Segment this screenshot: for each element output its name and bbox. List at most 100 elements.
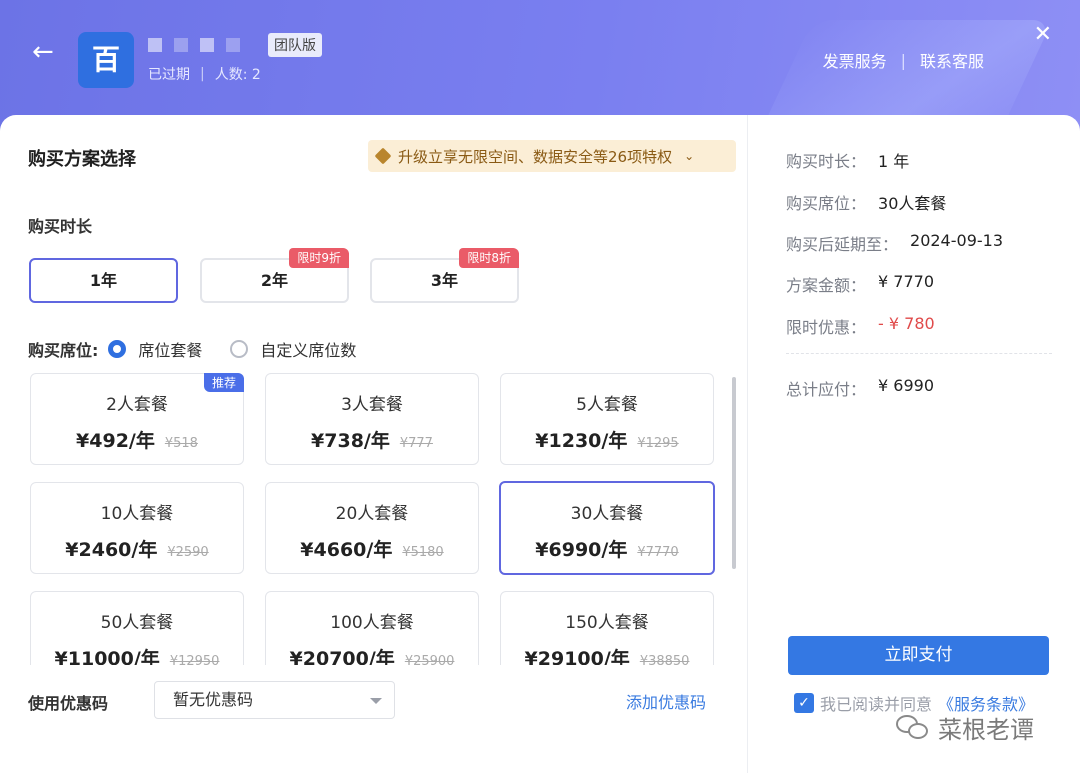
duration-label-text: 2年 xyxy=(260,271,289,290)
team-edition-badge: 团队版 xyxy=(268,33,322,57)
original-price: ¥7770 xyxy=(637,545,679,560)
original-price: ¥518 xyxy=(164,436,198,451)
package-card-50[interactable]: 50人套餐 ¥11000/年 ¥12950 xyxy=(30,591,244,665)
header-decoration xyxy=(747,20,1053,130)
summary-key: 方案金额： xyxy=(786,276,867,295)
summary-amount: 方案金额： ¥ 7770 xyxy=(786,272,934,296)
summary-key: 购买席位： xyxy=(786,194,867,213)
discount-tag: 限时8折 xyxy=(459,248,519,268)
radio-seat-package[interactable] xyxy=(108,340,127,358)
discount-tag: 限时9折 xyxy=(289,248,349,268)
package-price: ¥29100/年 ¥38850 xyxy=(501,644,713,665)
package-price: ¥20700/年 ¥25900 xyxy=(266,644,478,665)
duration-label-text: 3年 xyxy=(430,271,459,290)
seat-label: 购买席位: xyxy=(28,341,99,360)
original-price: ¥25900 xyxy=(404,654,455,665)
close-icon[interactable]: ✕ xyxy=(1034,24,1052,46)
agree-checkbox[interactable]: ✓ xyxy=(794,693,814,713)
package-card-20[interactable]: 20人套餐 ¥4660/年 ¥5180 xyxy=(265,482,479,574)
header-bar: ← 百 团队版 已过期 | 人数: 2 发票服务 | 联系客服 ✕ xyxy=(0,0,1080,130)
summary-key: 总计应付： xyxy=(786,380,867,399)
expired-status: 已过期 xyxy=(148,67,190,83)
redacted-block xyxy=(148,38,162,52)
package-scrollbar[interactable] xyxy=(732,377,736,569)
add-coupon-link[interactable]: 添加优惠码 xyxy=(626,689,706,713)
package-name: 20人套餐 xyxy=(335,504,409,524)
original-price: ¥38850 xyxy=(639,654,690,665)
original-price: ¥12950 xyxy=(169,654,220,665)
redacted-block xyxy=(200,38,214,52)
summary-extend-date: 购买后延期至： 2024-09-13 xyxy=(786,231,1003,255)
package-grid: 推荐 2人套餐 ¥492/年 ¥518 3人套餐 ¥738/年 ¥777 5人套餐 … xyxy=(30,373,730,665)
team-meta: 已过期 | 人数: 2 xyxy=(148,64,261,84)
seat-package-label[interactable]: 席位套餐 xyxy=(138,337,202,361)
team-name-redacted xyxy=(148,36,240,54)
package-name: 50人套餐 xyxy=(100,613,174,633)
purchase-panel: 购买方案选择 升级立享无限空间、数据安全等26项特权 ⌄ 购买时长 1年 限时9… xyxy=(0,115,1080,773)
seat-selector: 购买席位: 席位套餐 自定义席位数 xyxy=(28,337,384,361)
summary-divider xyxy=(786,353,1052,354)
original-price: ¥777 xyxy=(399,436,433,451)
redacted-block xyxy=(174,38,188,52)
package-price: ¥6990/年 ¥7770 xyxy=(501,535,713,562)
app-logo: 百 xyxy=(78,32,134,88)
summary-value: 1 年 xyxy=(878,152,910,171)
package-price: ¥2460/年 ¥2590 xyxy=(31,535,243,562)
promo-text: 升级立享无限空间、数据安全等26项特权 xyxy=(398,147,673,166)
price-value: ¥6990/年 xyxy=(535,539,628,561)
package-price: ¥11000/年 ¥12950 xyxy=(31,644,243,665)
price-value: ¥738/年 xyxy=(311,430,390,452)
summary-value: ¥ 7770 xyxy=(878,272,934,291)
plan-selection: 购买方案选择 升级立享无限空间、数据安全等26项特权 ⌄ 购买时长 1年 限时9… xyxy=(0,115,748,773)
duration-option-1-year[interactable]: 1年 xyxy=(29,258,178,303)
invoice-service-link[interactable]: 发票服务 xyxy=(823,48,887,72)
duration-label-text: 1年 xyxy=(89,271,118,290)
diamond-icon xyxy=(374,147,392,165)
package-card-10[interactable]: 10人套餐 ¥2460/年 ¥2590 xyxy=(30,482,244,574)
package-price: ¥738/年 ¥777 xyxy=(266,426,478,453)
summary-key: 购买时长： xyxy=(786,152,867,171)
package-name: 30人套餐 xyxy=(570,504,644,524)
back-arrow-icon[interactable]: ← xyxy=(32,38,60,66)
price-value: ¥20700/年 xyxy=(289,648,395,665)
package-card-150[interactable]: 150人套餐 ¥29100/年 ¥38850 xyxy=(500,591,714,665)
chevron-down-icon: ⌄ xyxy=(684,149,695,163)
radio-custom-seats[interactable] xyxy=(230,340,249,358)
original-price: ¥5180 xyxy=(402,545,444,560)
package-card-5[interactable]: 5人套餐 ¥1230/年 ¥1295 xyxy=(500,373,714,465)
summary-value: 30人套餐 xyxy=(878,194,947,213)
price-value: ¥2460/年 xyxy=(65,539,158,561)
price-value: ¥492/年 xyxy=(76,430,155,452)
watermark: 菜根老谭 xyxy=(896,710,1034,745)
price-value: ¥11000/年 xyxy=(54,648,160,665)
wechat-icon xyxy=(896,714,930,741)
summary-total: 总计应付： ¥ 6990 xyxy=(786,376,934,400)
package-card-100[interactable]: 100人套餐 ¥20700/年 ¥25900 xyxy=(265,591,479,665)
summary-key: 购买后延期至： xyxy=(786,235,899,254)
price-value: ¥4660/年 xyxy=(300,539,393,561)
contact-support-link[interactable]: 联系客服 xyxy=(920,48,984,72)
package-price: ¥1230/年 ¥1295 xyxy=(501,426,713,453)
duration-option-3-year[interactable]: 限时8折 3年 xyxy=(370,248,519,303)
redacted-block xyxy=(226,38,240,52)
price-value: ¥1230/年 xyxy=(535,430,628,452)
summary-value: 2024-09-13 xyxy=(910,231,1003,250)
summary-duration: 购买时长： 1 年 xyxy=(786,148,909,172)
summary-value: ¥ 6990 xyxy=(878,376,934,395)
duration-label: 购买时长 xyxy=(28,217,93,236)
package-card-2[interactable]: 推荐 2人套餐 ¥492/年 ¥518 xyxy=(30,373,244,465)
package-name: 150人套餐 xyxy=(565,613,649,633)
original-price: ¥1295 xyxy=(637,436,679,451)
coupon-dropdown[interactable]: 暂无优惠码 xyxy=(154,681,395,719)
privilege-promo[interactable]: 升级立享无限空间、数据安全等26项特权 ⌄ xyxy=(368,140,736,172)
custom-seats-label[interactable]: 自定义席位数 xyxy=(260,337,356,361)
package-price: ¥492/年 ¥518 xyxy=(31,426,243,453)
package-name: 3人套餐 xyxy=(341,395,403,415)
package-card-30-selected[interactable]: 30人套餐 ¥6990/年 ¥7770 xyxy=(499,481,715,575)
pay-now-button[interactable]: 立即支付 xyxy=(788,636,1049,675)
package-card-3[interactable]: 3人套餐 ¥738/年 ¥777 xyxy=(265,373,479,465)
package-name: 2人套餐 xyxy=(106,395,168,415)
duration-option-2-year[interactable]: 限时9折 2年 xyxy=(200,248,349,303)
package-price: ¥4660/年 ¥5180 xyxy=(266,535,478,562)
summary-discount: 限时优惠： - ¥ 780 xyxy=(786,314,935,338)
